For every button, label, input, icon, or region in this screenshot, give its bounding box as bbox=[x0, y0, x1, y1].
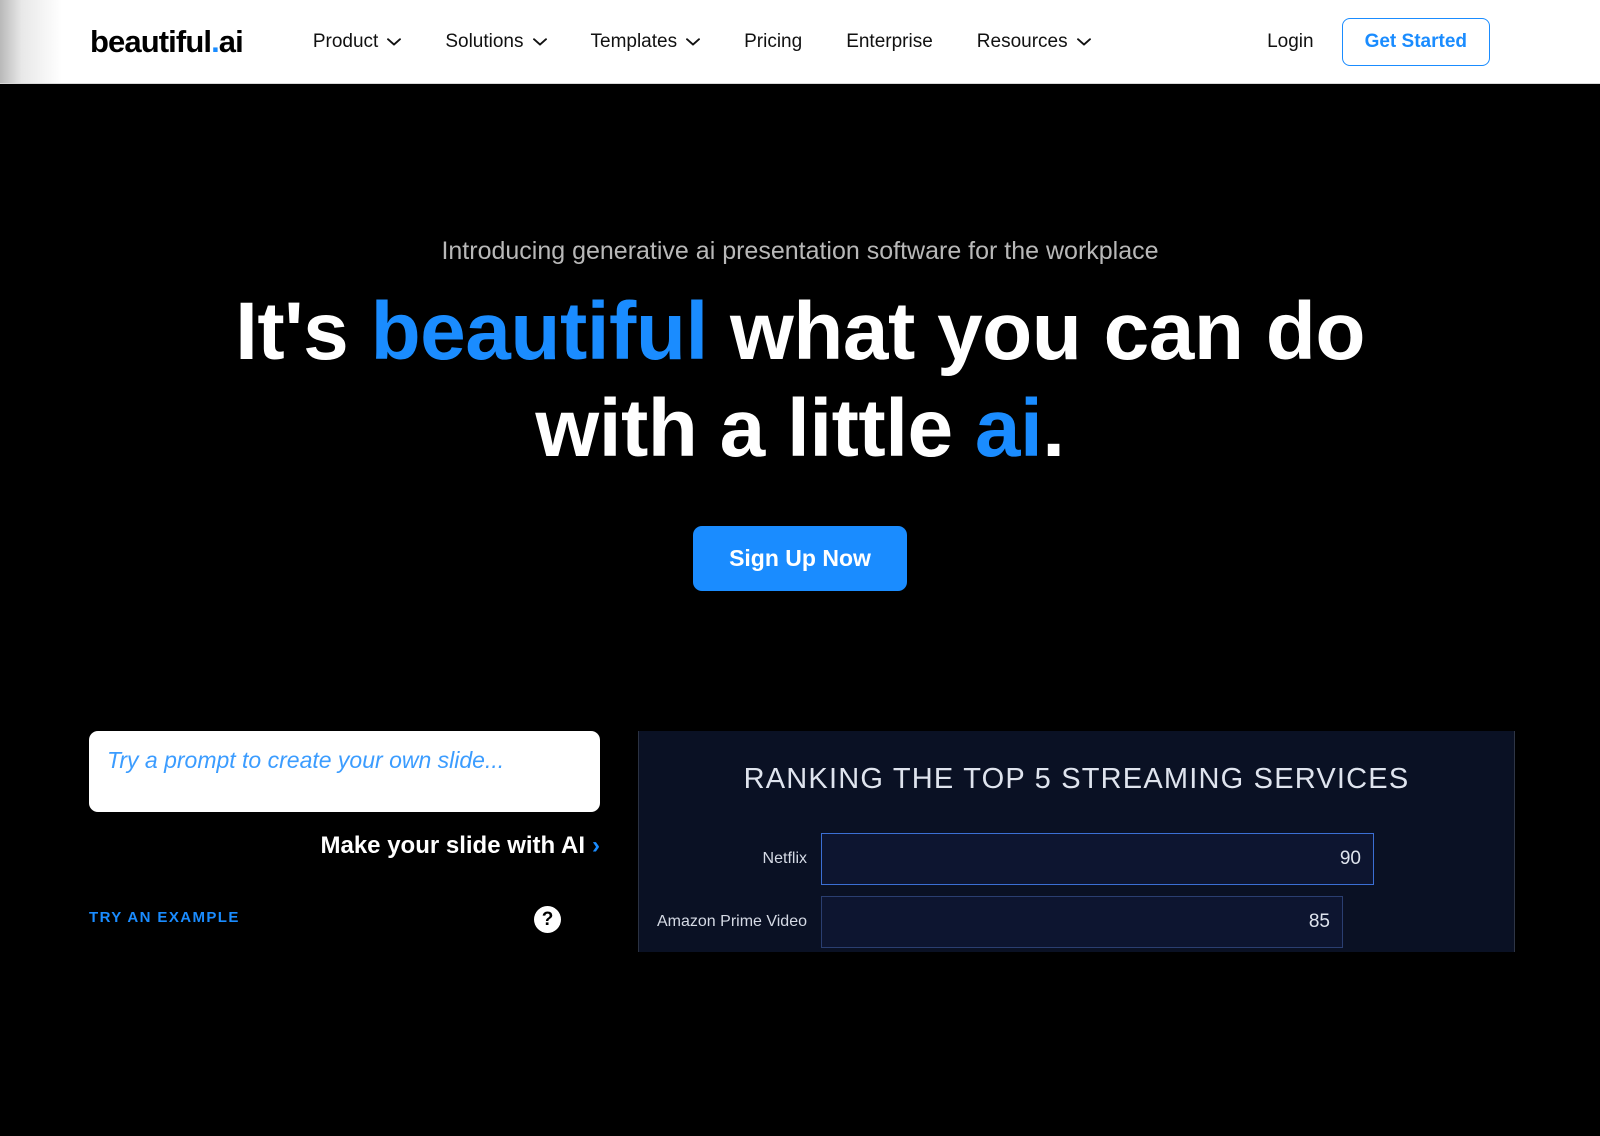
chevron-down-icon bbox=[1076, 37, 1091, 46]
bar-value-label: 90 bbox=[1339, 848, 1361, 869]
prompt-input-box[interactable]: Try a prompt to create your own slide... bbox=[89, 731, 600, 812]
scrollbar[interactable] bbox=[576, 1077, 584, 1136]
headline-line-1: It's beautiful what you can do bbox=[0, 284, 1600, 381]
nav-item-enterprise[interactable]: Enterprise bbox=[824, 31, 955, 53]
make-slide-with-ai-button[interactable]: Make your slide with AI › bbox=[89, 832, 600, 860]
top-navigation-bar: beautiful.ai Product Solutions Templates… bbox=[0, 0, 1600, 84]
nav-item-label: Product bbox=[312, 30, 379, 52]
horizontal-bar-chart: Netflix 90 Amazon Prime Video 85 bbox=[639, 833, 1514, 948]
bar: 90 bbox=[821, 833, 1374, 885]
headline-text: It's bbox=[235, 286, 371, 377]
headline-line-2: with a little ai. bbox=[0, 381, 1600, 478]
chevron-down-icon bbox=[387, 37, 402, 46]
nav-item-label: Resources bbox=[976, 30, 1068, 52]
bar-row: Netflix 90 bbox=[639, 833, 1514, 885]
nav-item-product[interactable]: Product bbox=[291, 31, 423, 53]
bar: 85 bbox=[821, 896, 1343, 948]
nav-item-resources[interactable]: Resources bbox=[955, 31, 1113, 53]
site-logo[interactable]: beautiful.ai bbox=[90, 24, 244, 59]
prompt-placeholder-text: Try a prompt to create your own slide... bbox=[107, 747, 505, 773]
sign-up-now-button[interactable]: Sign Up Now bbox=[693, 525, 907, 591]
bar-category-label: Amazon Prime Video bbox=[657, 913, 807, 930]
nav-item-pricing[interactable]: Pricing bbox=[722, 31, 824, 53]
hero-headline: It's beautiful what you can do with a li… bbox=[0, 284, 1600, 478]
chevron-down-icon bbox=[686, 37, 701, 46]
headline-highlight-beautiful: beautiful bbox=[370, 286, 709, 377]
try-example-row: TRY AN EXAMPLE ? bbox=[89, 906, 600, 933]
nav-item-label: Solutions bbox=[445, 30, 524, 52]
login-link[interactable]: Login bbox=[1267, 31, 1314, 53]
logo-dot: . bbox=[211, 24, 220, 59]
slide-title: RANKING THE TOP 5 STREAMING SERVICES bbox=[743, 763, 1410, 795]
chevron-right-icon: › bbox=[592, 832, 600, 859]
ai-slide-generator-section: Try a prompt to create your own slide...… bbox=[0, 725, 1600, 952]
chevron-down-icon bbox=[532, 37, 547, 46]
get-started-button[interactable]: Get Started bbox=[1341, 17, 1490, 66]
nav-actions: Login Get Started bbox=[1267, 17, 1490, 66]
prompt-column: Try a prompt to create your own slide...… bbox=[89, 731, 600, 933]
headline-text: with a little bbox=[535, 382, 975, 474]
nav-item-templates[interactable]: Templates bbox=[569, 31, 723, 53]
help-icon[interactable]: ? bbox=[534, 906, 561, 933]
headline-text: what you can do bbox=[707, 286, 1365, 377]
nav-left-gradient bbox=[0, 0, 62, 83]
hero-section: Introducing generative ai presentation s… bbox=[0, 237, 1600, 591]
headline-period: . bbox=[1042, 382, 1065, 474]
hero-cta-wrapper: Sign Up Now bbox=[0, 525, 1600, 591]
make-slide-label: Make your slide with AI bbox=[320, 832, 585, 859]
logo-word: beautiful bbox=[90, 24, 212, 59]
nav-item-label: Templates bbox=[590, 30, 678, 52]
logo-suffix: ai bbox=[218, 24, 244, 59]
nav-item-solutions[interactable]: Solutions bbox=[423, 31, 568, 53]
hero-eyebrow: Introducing generative ai presentation s… bbox=[441, 237, 1159, 265]
nav-item-label: Enterprise bbox=[846, 30, 933, 52]
nav-links: Product Solutions Templates Pricing Ente… bbox=[291, 31, 1113, 53]
nav-item-label: Pricing bbox=[744, 30, 803, 52]
bar-row: Amazon Prime Video 85 bbox=[639, 896, 1514, 948]
try-an-example-link[interactable]: TRY AN EXAMPLE bbox=[89, 909, 240, 926]
slide-preview-panel[interactable]: RANKING THE TOP 5 STREAMING SERVICES Net… bbox=[638, 731, 1515, 952]
bar-value-label: 85 bbox=[1308, 911, 1330, 932]
bar-category-label: Netflix bbox=[762, 850, 807, 867]
headline-highlight-ai: ai bbox=[974, 382, 1043, 474]
